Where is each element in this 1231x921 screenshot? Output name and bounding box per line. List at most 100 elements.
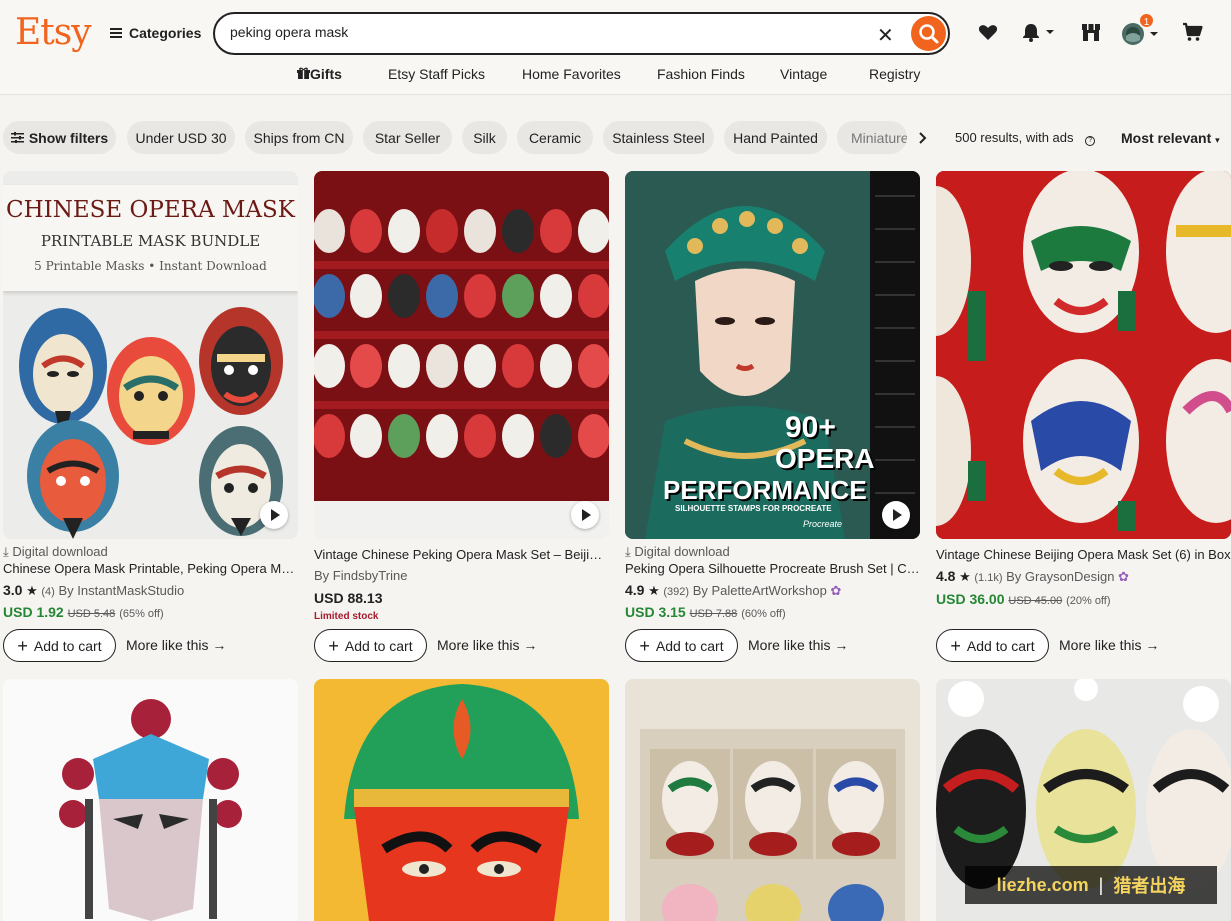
filter-chip[interactable]: Ceramic [517, 121, 593, 154]
listing-image-banner: CHINESE OPERA MASK PRINTABLE MASK BUNDLE… [3, 185, 298, 291]
menu-icon [110, 28, 122, 38]
listing-image[interactable]: CHINESE OPERA MASK PRINTABLE MASK BUNDLE… [3, 171, 298, 539]
review-count: (392) [663, 586, 690, 598]
listing-rating: 4.9 ★ (392) By PaletteArtWorkshop ✿ [625, 582, 841, 599]
filter-chip[interactable]: Hand Painted [724, 121, 827, 154]
meta-text: Digital download [12, 544, 108, 559]
listing-price: USD 88.13 [314, 590, 382, 606]
filter-chip[interactable]: Ships from CN [245, 121, 353, 154]
image-text-performance: PERFORMANCE [663, 475, 867, 505]
arrow-right-icon: → [523, 637, 538, 653]
bell-icon [1023, 24, 1054, 42]
listing-image[interactable] [314, 679, 609, 921]
watermark-left: liezhe.com [996, 874, 1089, 895]
review-count: (1.1k) [974, 572, 1003, 584]
digital-download-label: ⤓ Digital download [625, 544, 730, 560]
watermark: liezhe.com | 猎者出海 [965, 866, 1217, 904]
banner-subtitle: PRINTABLE MASK BUNDLE [40, 232, 261, 250]
star-icon: ★ [959, 569, 971, 584]
listing-title[interactable]: Chinese Opera Mask Printable, Peking Ope… [3, 561, 298, 576]
heart-icon [978, 25, 998, 40]
clear-search-icon[interactable]: ✕ [877, 23, 894, 48]
listing-title[interactable]: Vintage Chinese Beijing Opera Mask Set (… [936, 547, 1231, 562]
nav-vintage[interactable]: Vintage [780, 66, 827, 82]
original-price: USD 45.00 [1008, 595, 1063, 607]
search-input[interactable] [230, 24, 830, 40]
shop-name[interactable]: By InstantMaskStudio [58, 583, 184, 598]
play-video-button[interactable] [882, 501, 910, 529]
listing-rating: 4.8 ★ (1.1k) By GraysonDesign ✿ [936, 568, 1129, 585]
nav-home-favorites[interactable]: Home Favorites [522, 66, 621, 82]
notifications-button[interactable] [1020, 20, 1058, 49]
show-filters-button[interactable]: Show filters [3, 121, 116, 154]
nav-etsy-staff-picks[interactable]: Etsy Staff Picks [388, 66, 485, 82]
info-icon[interactable]: ? [1085, 136, 1096, 146]
meta-text: Digital download [634, 544, 730, 559]
add-to-cart-label: Add to cart [966, 637, 1035, 654]
search-button[interactable] [911, 16, 946, 51]
shop-name[interactable]: By GraysonDesign [1006, 569, 1114, 584]
sort-dropdown[interactable]: Most relevant ▾ [1121, 130, 1220, 146]
more-like-this-link[interactable]: More like this → [126, 637, 226, 653]
shop-name[interactable]: By FindsbyTrine [314, 568, 407, 583]
more-like-this-label: More like this [126, 637, 209, 653]
chevron-down-icon [1046, 30, 1054, 34]
arrow-right-icon: → [834, 637, 849, 653]
review-count: (4) [41, 586, 55, 598]
listing-image[interactable] [3, 679, 298, 921]
sale-price: USD 36.00 [936, 591, 1005, 607]
sale-price: USD 3.15 [625, 604, 686, 620]
categories-button[interactable]: Categories [110, 25, 201, 41]
listing-price: USD 36.00 USD 45.00 (20% off) [936, 591, 1111, 607]
sale-price: USD 1.92 [3, 604, 64, 620]
chevron-right-icon[interactable] [917, 131, 929, 145]
filter-chip[interactable]: Silk [462, 121, 507, 154]
add-to-cart-button[interactable]: + Add to cart [3, 629, 116, 662]
mask-set-photo [936, 171, 1231, 539]
listing-price: USD 3.15 USD 7.88 (60% off) [625, 604, 786, 620]
opera-masks-illustration [19, 307, 283, 539]
plus-icon: + [328, 635, 339, 656]
results-count: 500 results, with ads ? [955, 130, 1096, 146]
plus-icon: + [950, 635, 961, 656]
image-text-subtitle: SILHOUETTE STAMPS FOR PROCREATE [675, 504, 832, 513]
listing-image[interactable]: 90+ OPERA PERFORMANCE SILHOUETTE STAMPS … [625, 171, 920, 539]
shop-name[interactable]: By PaletteArtWorkshop [693, 583, 827, 598]
filter-chip[interactable]: Stainless Steel [603, 121, 714, 154]
add-to-cart-label: Add to cart [344, 637, 413, 654]
procreate-logo: Procreate [803, 519, 843, 529]
filter-chip[interactable]: Star Seller [363, 121, 452, 154]
play-video-button[interactable] [571, 501, 599, 529]
add-to-cart-button[interactable]: + Add to cart [314, 629, 427, 662]
shop-manager-button[interactable] [1079, 20, 1103, 49]
play-video-button[interactable] [260, 501, 288, 529]
more-like-this-link[interactable]: More like this → [748, 637, 848, 653]
etsy-logo[interactable]: Etsy [15, 12, 92, 53]
filter-chip[interactable]: Under USD 30 [127, 121, 235, 154]
listing-rating: 3.0 ★ (4) By InstantMaskStudio [3, 582, 184, 599]
listing-title[interactable]: Peking Opera Silhouette Procreate Brush … [625, 561, 920, 576]
add-to-cart-button[interactable]: + Add to cart [625, 629, 738, 662]
nav-fashion-finds[interactable]: Fashion Finds [657, 66, 745, 82]
download-icon: ⤓ [3, 544, 9, 559]
listing-image[interactable] [936, 171, 1231, 539]
more-like-this-link[interactable]: More like this → [1059, 637, 1159, 653]
listing-image[interactable] [625, 679, 920, 921]
nav-gifts[interactable]: Gifts [297, 66, 342, 82]
watermark-right: 猎者出海 [1113, 876, 1186, 896]
nav-registry[interactable]: Registry [869, 66, 920, 82]
rating-value: 4.8 [936, 568, 956, 584]
price: USD 88.13 [314, 590, 383, 606]
original-price: USD 7.88 [689, 608, 738, 620]
add-to-cart-button[interactable]: + Add to cart [936, 629, 1049, 662]
cart-button[interactable] [1181, 20, 1205, 49]
favorites-button[interactable] [976, 20, 1000, 49]
banner-title: CHINESE OPERA MASK [6, 197, 295, 223]
listing-image[interactable] [314, 171, 609, 539]
more-like-this-link[interactable]: More like this → [437, 637, 537, 653]
listing-title[interactable]: Vintage Chinese Peking Opera Mask Set – … [314, 547, 609, 562]
original-price: USD 5.48 [67, 608, 116, 620]
more-like-this-label: More like this [1059, 637, 1142, 653]
categories-label: Categories [129, 25, 202, 41]
filter-chip[interactable]: Miniature [837, 121, 907, 154]
